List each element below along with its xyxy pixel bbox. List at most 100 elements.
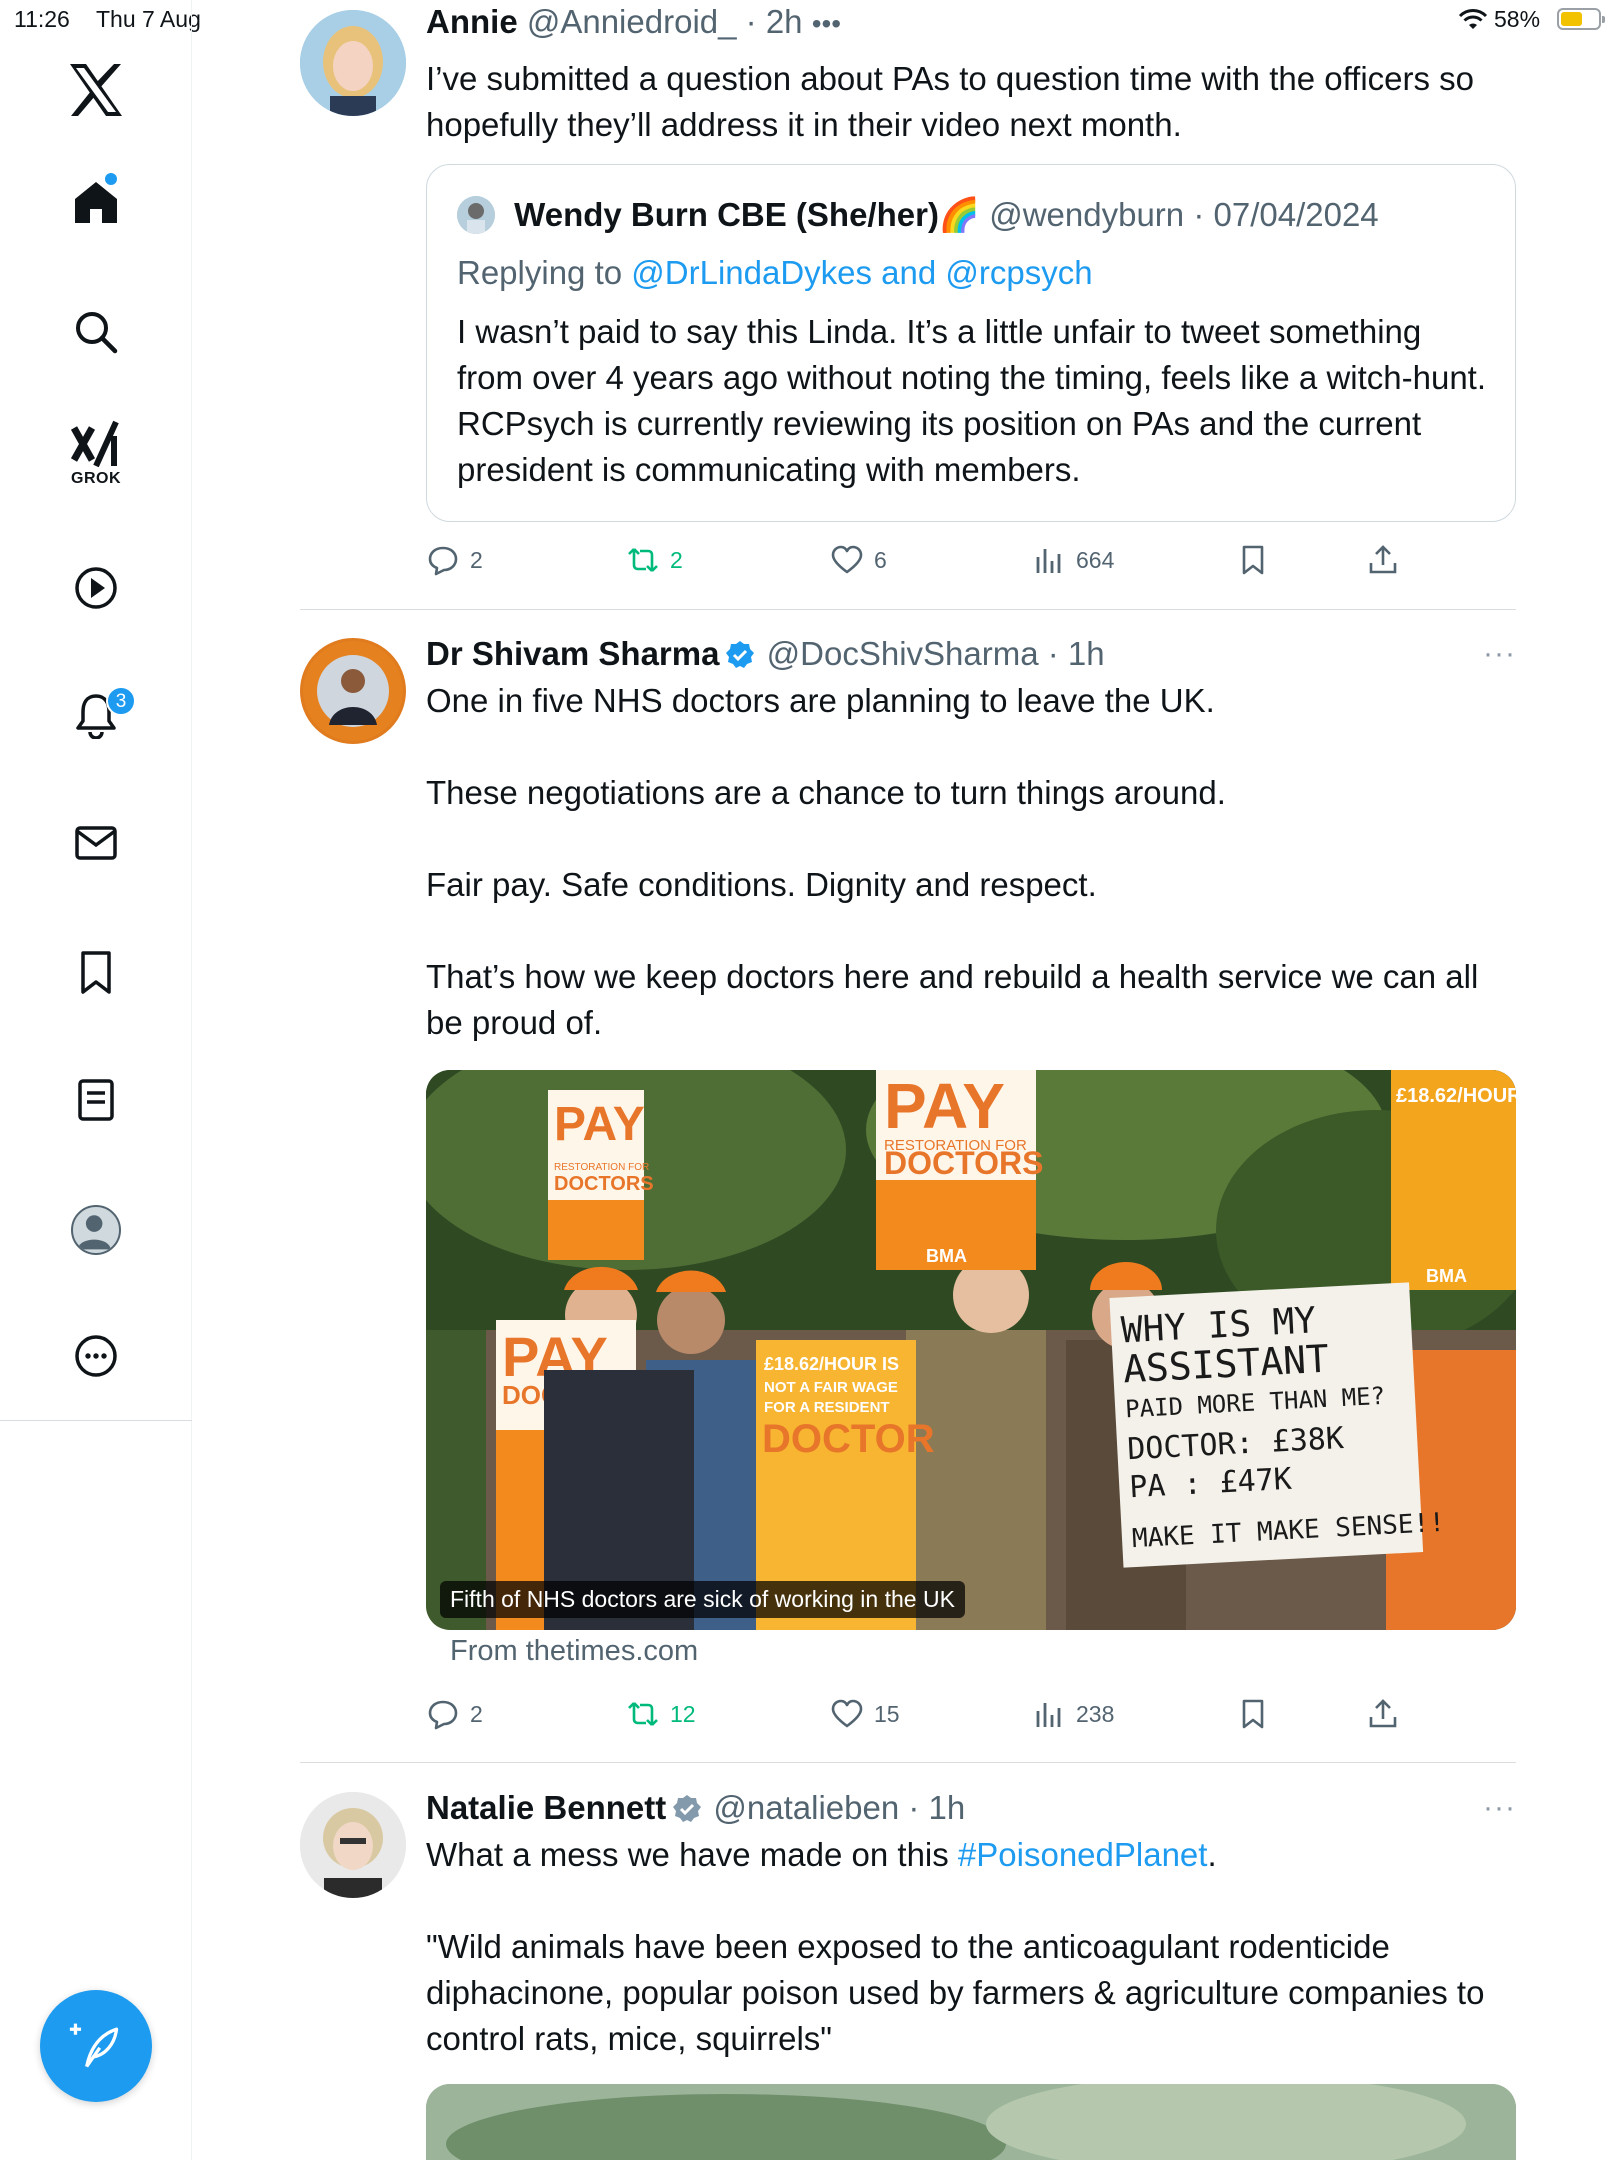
repost-icon [628, 548, 658, 572]
quote-header: Wendy Burn CBE (She/her)🌈 @wendyburn · 0… [457, 193, 1379, 237]
nature-photo [426, 2084, 1516, 2160]
x-logo-icon[interactable] [66, 62, 126, 118]
link-card-image[interactable]: PAY RESTORATION FOR DOCTORS PAY RESTORAT… [426, 1070, 1516, 1630]
tweet-text: I’ve submitted a question about PAs to q… [426, 60, 1484, 143]
nav-grok[interactable]: GROK [60, 420, 132, 500]
handle[interactable]: @Anniedroid_ [527, 3, 737, 40]
tweet-quote-text: "Wild animals have been exposed to the a… [426, 1928, 1494, 2057]
reply-icon [428, 546, 458, 576]
views-button[interactable]: 664 [1032, 538, 1114, 582]
placard-doctors-2: DOCTORS [884, 1145, 1043, 1181]
battery-fill [1561, 12, 1582, 26]
nav-messages[interactable] [56, 803, 136, 883]
quote-display-name: Wendy Burn CBE (She/her)🌈 [514, 196, 981, 233]
home-icon [75, 182, 117, 223]
tweet-divider [300, 1762, 1516, 1763]
analytics-icon [1036, 549, 1061, 573]
bookmark-button[interactable] [1236, 538, 1280, 582]
nav-more[interactable] [56, 1316, 136, 1396]
repost-button[interactable]: 2 [626, 538, 683, 582]
repost-button[interactable]: 12 [626, 1692, 696, 1736]
battery-icon [1557, 8, 1605, 30]
display-name[interactable]: Annie [426, 3, 518, 40]
reply-button[interactable]: 2 [426, 538, 483, 582]
bookmark-icon [1242, 1699, 1264, 1729]
compose-button[interactable] [40, 1990, 152, 2102]
display-name[interactable]: Dr Shivam Sharma [426, 635, 719, 672]
display-name[interactable]: Natalie Bennett [426, 1789, 666, 1826]
share-icon [1369, 1699, 1397, 1728]
tweet-header: Natalie Bennett @natalieben · 1h ··· [426, 1786, 1516, 1830]
more-options-icon[interactable]: ··· [1483, 632, 1516, 676]
more-options-icon[interactable]: ··· [1483, 1786, 1516, 1830]
sidebar-divider [0, 1420, 192, 1421]
verified-gray-badge-icon [673, 1795, 702, 1822]
placard-bma-corner: BMA [1426, 1266, 1467, 1286]
grok-icon [70, 420, 119, 468]
analytics-icon [1036, 1703, 1061, 1727]
bookmark-button[interactable] [1236, 1692, 1280, 1736]
nav-home[interactable] [56, 162, 136, 242]
play-icon [75, 567, 117, 609]
repost-icon [628, 1702, 658, 1726]
like-count: 6 [874, 546, 887, 573]
placard-pay-2: PAY [884, 1070, 1005, 1142]
sidebar-nav: GROK 3 [0, 0, 192, 2160]
more-options-icon[interactable]: ••• [812, 8, 841, 39]
nav-lists[interactable] [56, 1060, 136, 1140]
quote-date: · 07/04/2024 [1193, 196, 1379, 233]
like-button[interactable]: 6 [830, 538, 887, 582]
timestamp[interactable]: · 1h [908, 1789, 965, 1826]
link-source[interactable]: From thetimes.com [450, 1635, 698, 1668]
placard-wage-3: FOR A RESIDENT [764, 1399, 890, 1416]
nav-bookmarks[interactable] [56, 932, 136, 1012]
share-icon [1369, 545, 1397, 574]
placard-bma-2: BMA [926, 1246, 967, 1266]
placard-restoration-1: RESTORATION FOR [554, 1162, 649, 1173]
bookmark-icon [1242, 545, 1264, 575]
quote-text: I wasn’t paid to say this Linda. It’s a … [457, 313, 1487, 488]
nav-video[interactable] [56, 548, 136, 628]
handle[interactable]: @DocShivSharma [767, 635, 1039, 672]
tweet-actions: 2 2 6 664 [426, 538, 1516, 582]
quote-avatar [457, 196, 495, 234]
timestamp[interactable]: · 2h [746, 3, 803, 40]
repost-count: 12 [670, 1700, 696, 1727]
search-icon [76, 312, 118, 354]
quote-replying-to: Replying to @DrLindaDykes and @rcpsych [457, 251, 1093, 295]
tweet-text-start: What a mess we have made on this [426, 1836, 958, 1873]
reply-count: 2 [470, 1700, 483, 1727]
share-button[interactable] [1366, 538, 1410, 582]
repost-count: 2 [670, 546, 683, 573]
avatar-photo [300, 1792, 406, 1898]
replying-mentions[interactable]: @DrLindaDykes and @rcpsych [631, 254, 1092, 291]
reply-button[interactable]: 2 [426, 1692, 483, 1736]
avatar-photo [303, 641, 403, 741]
profile-avatar[interactable] [71, 1205, 121, 1255]
home-unread-dot [105, 173, 117, 185]
avatar[interactable] [300, 1792, 406, 1898]
hashtag-link[interactable]: #PoisonedPlanet [958, 1836, 1208, 1873]
placard-wage-1: £18.62/HOUR IS [764, 1354, 899, 1374]
nav-search[interactable] [56, 292, 136, 372]
profile-icon [77, 1215, 111, 1250]
avatar[interactable] [300, 10, 406, 116]
reply-icon [428, 1700, 458, 1730]
tweet-text-end: . [1207, 1836, 1217, 1873]
reply-count: 2 [470, 546, 483, 573]
like-count: 15 [874, 1700, 900, 1727]
like-button[interactable]: 15 [830, 1692, 900, 1736]
quote-handle: @wendyburn [989, 196, 1185, 233]
handle[interactable]: @natalieben [713, 1789, 899, 1826]
protest-photo: PAY RESTORATION FOR DOCTORS PAY RESTORAT… [426, 1070, 1516, 1630]
heart-icon [831, 1699, 863, 1728]
views-button[interactable]: 238 [1032, 1692, 1114, 1736]
avatar[interactable] [300, 638, 406, 744]
share-button[interactable] [1366, 1692, 1410, 1736]
compose-feather-icon [69, 2023, 119, 2068]
tweet-header: Dr Shivam Sharma @DocShivSharma · 1h ··· [426, 632, 1516, 676]
tweet-text: What a mess we have made on this #Poison… [426, 1832, 1516, 1878]
tweet-image-partial[interactable] [426, 2084, 1516, 2160]
timestamp[interactable]: · 1h [1048, 635, 1105, 672]
quoted-tweet[interactable]: Wendy Burn CBE (She/her)🌈 @wendyburn · 0… [426, 164, 1516, 522]
